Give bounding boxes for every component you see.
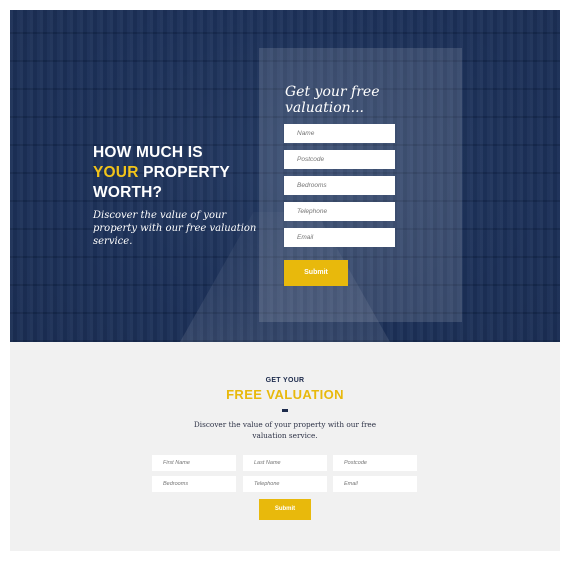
hero-title-line2: PROPERTY xyxy=(138,164,230,181)
heading-divider xyxy=(282,409,288,412)
hero-subtitle: Discover the value of your property with… xyxy=(93,210,257,247)
hero-submit-button[interactable]: Submit xyxy=(284,260,348,286)
name-input[interactable] xyxy=(284,124,395,143)
last-name-input[interactable] xyxy=(243,455,327,471)
lower-email-input[interactable] xyxy=(333,476,417,492)
lower-bedrooms-input[interactable] xyxy=(152,476,236,492)
hero-title-line1: HOW MUCH IS xyxy=(93,144,203,161)
hero-valuation-form: Get your free valuation... Submit xyxy=(259,48,462,322)
bedrooms-input[interactable] xyxy=(284,176,395,195)
lower-telephone-input[interactable] xyxy=(243,476,327,492)
hero-text-block: HOW MUCH IS YOUR PROPERTY WORTH? Discove… xyxy=(93,143,263,248)
lower-heading-big: FREE VALUATION xyxy=(226,387,344,402)
hero-title-accent: YOUR xyxy=(93,164,139,181)
lower-postcode-input[interactable] xyxy=(333,455,417,471)
lower-submit-button[interactable]: Submit xyxy=(259,499,311,520)
hero-title-line3: WORTH? xyxy=(93,184,163,201)
hero-form-title: Get your free valuation... xyxy=(285,84,380,116)
first-name-input[interactable] xyxy=(152,455,236,471)
lower-description: Discover the value of your property with… xyxy=(193,420,377,440)
lower-heading-small: GET YOUR xyxy=(265,377,305,384)
email-input[interactable] xyxy=(284,228,395,247)
lower-valuation-section: GET YOUR FREE VALUATION Discover the val… xyxy=(10,342,560,551)
hero-section: HOW MUCH IS YOUR PROPERTY WORTH? Discove… xyxy=(10,10,560,342)
hero-title: HOW MUCH IS YOUR PROPERTY WORTH? xyxy=(93,143,263,203)
telephone-input[interactable] xyxy=(284,202,395,221)
postcode-input[interactable] xyxy=(284,150,395,169)
